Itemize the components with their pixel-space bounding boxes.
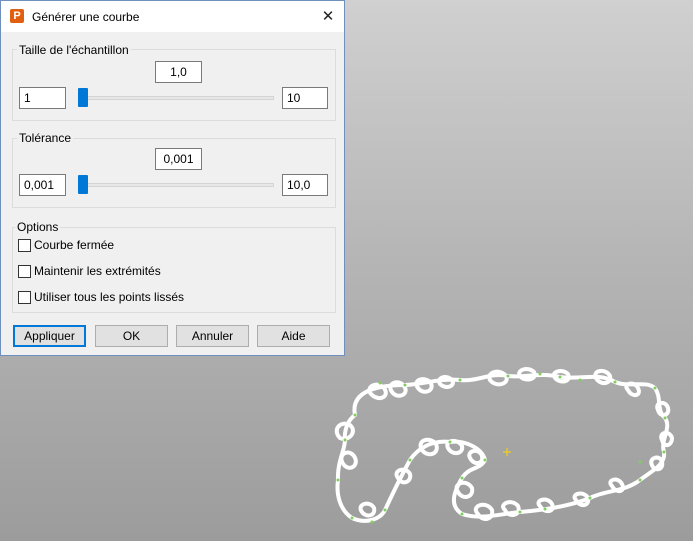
sample-size-group [12,49,336,121]
sample-size-max-field[interactable]: 10 [282,87,328,109]
tolerance-slider-thumb[interactable] [78,175,88,194]
help-button[interactable]: Aide [257,325,330,347]
sample-size-min-field[interactable]: 1 [19,87,66,109]
ok-button[interactable]: OK [95,325,168,347]
keep-endpoints-label: Maintenir les extrémités [34,264,161,278]
center-marker-icon [503,448,511,456]
tolerance-current-field[interactable]: 0,001 [155,148,202,170]
sample-size-slider-thumb[interactable] [78,88,88,107]
close-button[interactable]: ✕ [312,1,344,32]
tolerance-label: Tolérance [17,131,74,145]
apply-button[interactable]: Appliquer [13,325,86,347]
tolerance-min-field[interactable]: 0,001 [19,174,66,196]
options-label: Options [15,220,61,234]
use-all-smoothed-points-label: Utiliser tous les points lissés [34,290,185,304]
sample-size-slider-track[interactable] [78,96,274,100]
closed-curve-checkbox[interactable] [18,239,31,252]
title-bar[interactable]: P Générer une courbe ✕ [1,1,344,32]
generate-curve-dialog: P Générer une courbe ✕ Taille de l'échan… [0,0,345,356]
use-all-smoothed-points-checkbox[interactable] [18,291,31,304]
tolerance-max-field[interactable]: 10,0 [282,174,328,196]
sample-size-label: Taille de l'échantillon [17,43,131,57]
dialog-title: Générer une courbe [32,10,140,24]
tolerance-slider-track[interactable] [78,183,274,187]
freehand-curve[interactable] [334,367,674,523]
cancel-button[interactable]: Annuler [176,325,249,347]
app-logo-icon: P [10,9,24,23]
keep-endpoints-checkbox[interactable] [18,265,31,278]
sample-size-current-field[interactable]: 1,0 [155,61,202,83]
closed-curve-label: Courbe fermée [34,238,115,252]
